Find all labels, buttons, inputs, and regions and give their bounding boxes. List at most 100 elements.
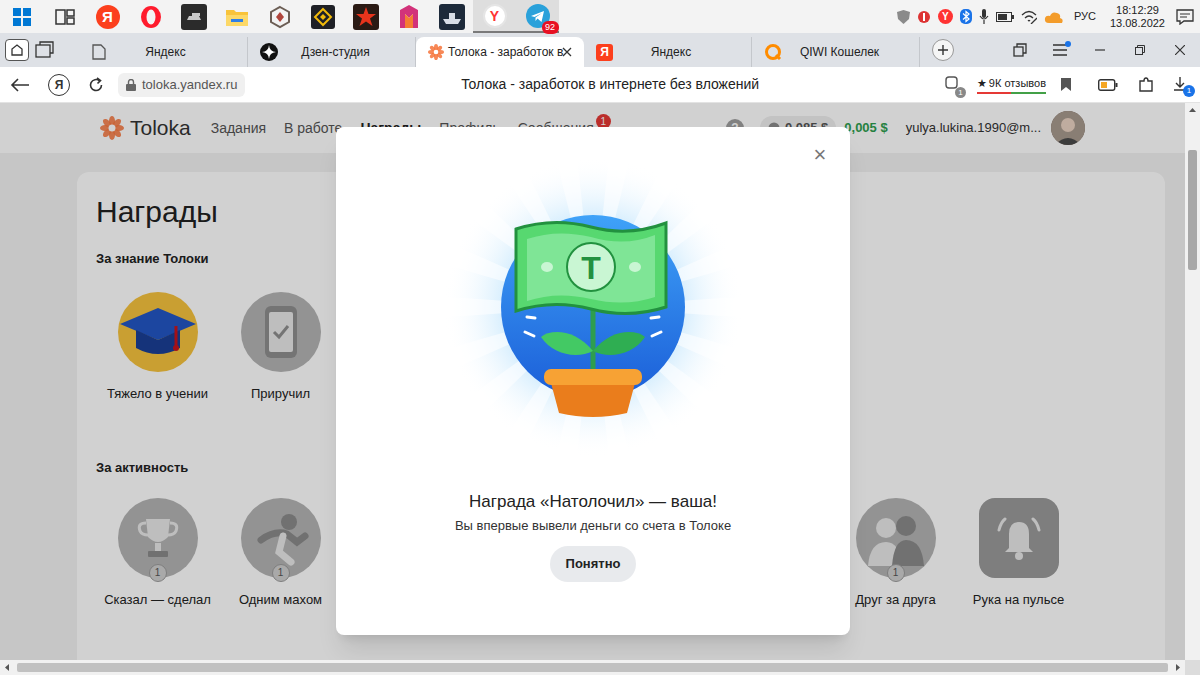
toloka-tab-icon: [428, 44, 444, 60]
taskbar-app[interactable]: [301, 0, 344, 33]
yandex-button[interactable]: Я: [48, 74, 70, 96]
game-star-icon: [353, 4, 379, 30]
url-field[interactable]: toloka.yandex.ru: [118, 73, 245, 97]
battery-saver-icon[interactable]: [1098, 79, 1118, 91]
page-area: TolokaЗаданияВ работеНаградыПрофильСообщ…: [0, 103, 1200, 660]
cloud-icon[interactable]: [1044, 10, 1064, 24]
yandex-browser-icon: Y: [483, 4, 507, 28]
page: TolokaЗаданияВ работеНаградыПрофильСообщ…: [0, 103, 1185, 660]
new-tab-button[interactable]: [932, 39, 954, 61]
got-it-button[interactable]: Понятно: [550, 546, 637, 582]
browser-tab[interactable]: ЯЯндекс: [584, 37, 752, 67]
folder-icon: [225, 6, 249, 28]
reward-illustration-icon: T: [443, 157, 743, 457]
binance-icon: [311, 5, 335, 29]
modal-title: Награда «Натолочил» — ваша!: [469, 491, 717, 513]
clock[interactable]: 18:12:2913.08.2022: [1106, 4, 1169, 30]
taskbar-app[interactable]: Я: [86, 0, 129, 33]
bookmark-icon[interactable]: [1060, 77, 1072, 92]
yandex-tray-icon[interactable]: Y: [938, 9, 953, 24]
scroll-thumb[interactable]: [1188, 150, 1197, 270]
tab-label: Яндекс: [110, 43, 221, 61]
taskbar-app[interactable]: [215, 0, 258, 33]
back-arrow-icon[interactable]: [10, 77, 30, 93]
scroll-right-icon[interactable]: [1170, 660, 1185, 675]
taskbar-app[interactable]: [430, 0, 473, 33]
battery-icon[interactable]: [996, 11, 1014, 23]
menu-button[interactable]: [1040, 33, 1080, 67]
antivirus-icon[interactable]: [917, 10, 931, 24]
tab-label: QIWI Кошелек: [786, 43, 893, 61]
lock-icon: [126, 79, 136, 91]
tanks-icon: [181, 4, 207, 30]
tab-label: Дзен-студия: [282, 43, 389, 61]
minimize-icon: [1095, 45, 1105, 55]
desktop-screen: Я Y 92 Y РУС 18:12:2913.08.2022 Яндекс Дзен-сту…: [0, 0, 1200, 675]
taskbar-app[interactable]: [258, 0, 301, 33]
notifications-icon[interactable]: [1176, 9, 1194, 25]
protect-button[interactable]: 1: [945, 76, 963, 94]
qiwi-icon: [764, 43, 782, 61]
language-indicator[interactable]: РУС: [1071, 8, 1099, 25]
taskbar-app[interactable]: [43, 0, 86, 33]
tabs-list-button[interactable]: [1000, 33, 1040, 67]
star-glyph: ★: [977, 75, 987, 92]
restore-button[interactable]: [1120, 33, 1160, 67]
taskbar: Я Y 92 Y РУС 18:12:2913.08.2022: [0, 0, 1200, 33]
scroll-up-icon[interactable]: [1188, 103, 1197, 118]
browser-tab[interactable]: Толока - заработок в: [416, 37, 584, 67]
task-view-icon: [55, 8, 75, 26]
telegram-badge: 92: [542, 21, 559, 34]
browser-tab[interactable]: Яндекс: [80, 37, 248, 67]
home-button[interactable]: [5, 39, 29, 61]
tabs-icon[interactable]: [35, 40, 57, 60]
taskbar-app[interactable]: 92: [516, 0, 559, 33]
minimize-button[interactable]: [1080, 33, 1120, 67]
restore-icon: [1135, 45, 1145, 55]
close-window-button[interactable]: [1160, 33, 1200, 67]
modal-close-button[interactable]: ×: [812, 143, 828, 167]
rating-badge[interactable]: ★9К отзывов: [977, 75, 1046, 94]
browser-tab[interactable]: QIWI Кошелек: [752, 37, 920, 67]
address-bar: Яtoloka.yandex.ruТолока - заработок в ин…: [0, 67, 1200, 103]
app-hex-icon: [268, 5, 292, 29]
taskbar-app[interactable]: [0, 0, 43, 33]
bluetooth-icon[interactable]: [960, 9, 972, 24]
game-icon: [397, 4, 421, 30]
tab-label: Яндекс: [617, 43, 725, 61]
tab-bar: ЯндексДзен-студияТолока - заработок вЯЯн…: [0, 33, 1200, 67]
horizontal-scroll-thumb[interactable]: [17, 663, 1168, 672]
taskbar-app[interactable]: Y: [473, 0, 516, 33]
close-icon: [1175, 45, 1185, 55]
taskbar-app[interactable]: [387, 0, 430, 33]
downloads-button[interactable]: 1: [1172, 76, 1190, 94]
shield-icon[interactable]: [897, 10, 910, 24]
reload-icon[interactable]: [88, 77, 104, 93]
browser-tab[interactable]: Дзен-студия: [248, 37, 416, 67]
taskbar-app[interactable]: [344, 0, 387, 33]
reward-modal: ×TНаграда «Натолочил» — ваша!Вы впервые …: [336, 127, 850, 635]
tablo-icon: [11, 44, 23, 56]
close-tab-icon[interactable]: [562, 47, 572, 57]
yandex-icon: Я: [96, 5, 120, 29]
windows-icon: [13, 8, 31, 26]
extensions-icon[interactable]: [1138, 77, 1154, 93]
horizontal-scrollbar[interactable]: [0, 660, 1200, 675]
downloads-badge: 1: [1183, 85, 1195, 97]
taskbar-app[interactable]: [172, 0, 215, 33]
plus-icon: [938, 45, 948, 55]
url-text: toloka.yandex.ru: [142, 75, 237, 95]
vertical-scrollbar[interactable]: [1185, 103, 1200, 660]
yandex-tab-icon: Я: [596, 44, 613, 61]
extension-badge: 1: [955, 87, 966, 98]
rating-label: 9К отзывов: [989, 75, 1046, 92]
network-icon[interactable]: [1021, 10, 1037, 24]
ships-icon: [439, 4, 465, 30]
tab-label: Толока - заработок в: [448, 43, 558, 61]
zen-icon: [260, 43, 278, 61]
copy-icon: [1013, 43, 1027, 57]
taskbar-app[interactable]: [129, 0, 172, 33]
system-tray: Y РУС 18:12:2913.08.2022: [897, 4, 1200, 30]
scroll-left-icon[interactable]: [0, 660, 15, 675]
microphone-icon[interactable]: [979, 9, 989, 24]
